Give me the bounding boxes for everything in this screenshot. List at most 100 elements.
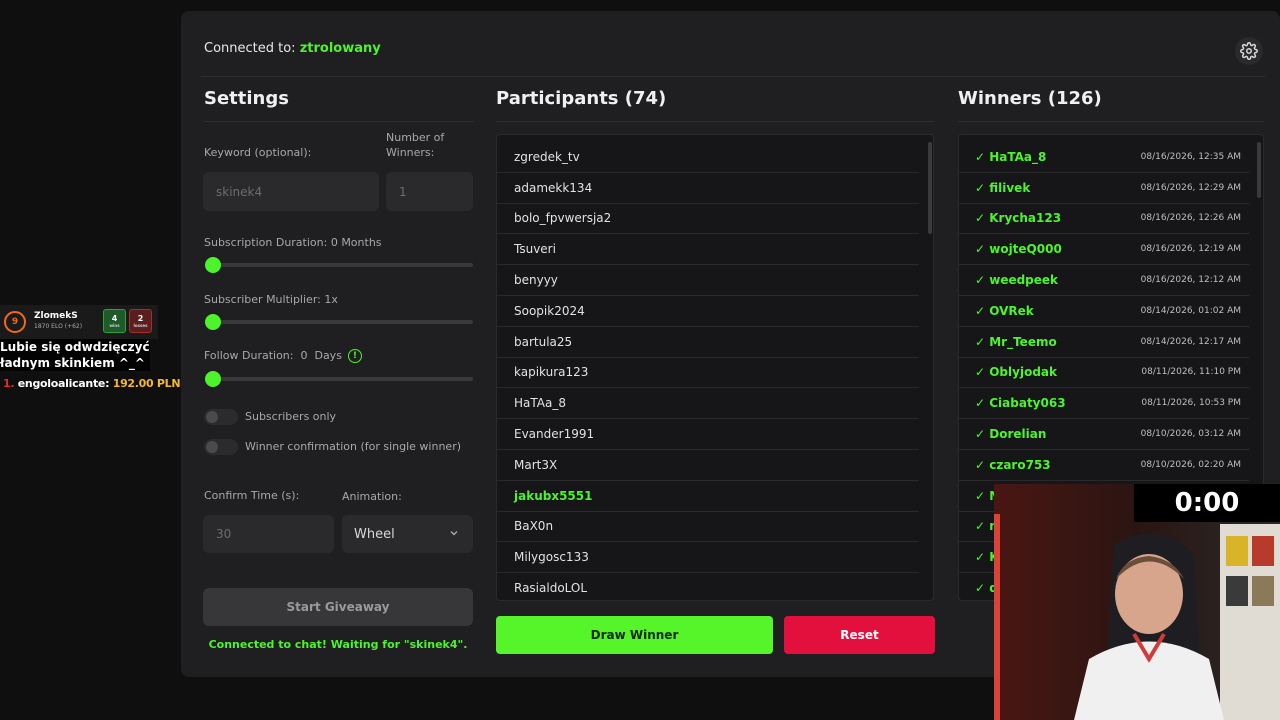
winner-row[interactable]: ✓ Krycha123 08/16/2026, 12:26 AM bbox=[959, 204, 1249, 235]
winner-date: 08/16/2026, 12:35 AM bbox=[1140, 151, 1241, 162]
slider-handle[interactable] bbox=[205, 257, 221, 273]
draw-winner-button[interactable]: Draw Winner bbox=[496, 616, 773, 654]
donation-name: engoloalicante: bbox=[17, 377, 110, 390]
start-giveaway-button[interactable]: Start Giveaway bbox=[203, 588, 473, 626]
participant-row[interactable]: kapikura123 bbox=[497, 358, 919, 389]
settings-title: Settings bbox=[204, 88, 289, 109]
settings-gear-button[interactable] bbox=[1235, 37, 1263, 65]
winner-row[interactable]: ✓ Dorelian 08/10/2026, 03:12 AM bbox=[959, 419, 1249, 450]
winner-name: ✓ OVRek bbox=[975, 303, 1034, 318]
slider-handle[interactable] bbox=[205, 371, 221, 387]
participant-row[interactable]: Milygosc133 bbox=[497, 542, 919, 574]
animation-label: Animation: bbox=[342, 490, 402, 503]
participants-title: Participants (74) bbox=[496, 88, 667, 109]
winner-date: 08/14/2026, 12:17 AM bbox=[1140, 336, 1241, 347]
losses-box: 2 losses bbox=[129, 309, 152, 333]
participant-row[interactable]: adamekk134 bbox=[497, 173, 919, 204]
winner-name: ✓ Dorelian bbox=[975, 427, 1047, 442]
confirm-time-input[interactable]: 30 bbox=[203, 515, 334, 553]
winner-row[interactable]: ✓ czaro753 08/10/2026, 02:20 AM bbox=[959, 450, 1249, 481]
participants-divider bbox=[496, 121, 934, 122]
keyword-label: Keyword (optional): bbox=[204, 146, 312, 159]
follow-duration-text: Follow Duration: 0 Days bbox=[204, 349, 342, 362]
winner-date: 08/11/2026, 10:53 PM bbox=[1141, 398, 1241, 409]
slider-handle[interactable] bbox=[205, 314, 221, 330]
player-name: ZlomekS bbox=[34, 311, 78, 321]
participant-row[interactable]: HaTAa_8 bbox=[497, 388, 919, 420]
winner-date: 08/16/2026, 12:12 AM bbox=[1140, 275, 1241, 286]
subscribers-only-toggle[interactable] bbox=[204, 409, 238, 425]
wins-label: wins bbox=[109, 323, 120, 328]
winner-name: ✓ Mr_Teemo bbox=[975, 334, 1057, 349]
participant-row[interactable]: benyyy bbox=[497, 265, 919, 296]
winner-row[interactable]: ✓ Mr_Teemo 08/14/2026, 12:17 AM bbox=[959, 327, 1249, 358]
chevron-down-icon bbox=[450, 531, 458, 536]
winner-row[interactable]: ✓ Ciabaty063 08/11/2026, 10:53 PM bbox=[959, 388, 1249, 420]
winner-name: ✓ Krycha123 bbox=[975, 211, 1062, 226]
participant-row[interactable]: RasialdoLOL bbox=[497, 573, 919, 600]
winners-count-input[interactable]: 1 bbox=[386, 172, 473, 211]
wins-count: 4 bbox=[111, 314, 118, 323]
participants-scrollbar[interactable] bbox=[928, 142, 932, 234]
sub-multiplier-slider[interactable] bbox=[205, 314, 473, 330]
donation-amount: 192.00 PLN bbox=[112, 377, 181, 390]
settings-divider bbox=[204, 121, 474, 122]
level-badge: 9 bbox=[4, 311, 26, 333]
winner-name: ✓ Oblyjodak bbox=[975, 365, 1057, 380]
winners-scrollbar[interactable] bbox=[1257, 142, 1261, 198]
animation-select[interactable]: Wheel bbox=[342, 515, 473, 553]
subscribers-only-label: Subscribers only bbox=[245, 410, 337, 423]
winner-name: ✓ weedpeek bbox=[975, 273, 1059, 288]
participant-row[interactable]: jakubx5551 bbox=[497, 481, 919, 512]
winners-divider bbox=[958, 121, 1264, 122]
winner-name: ✓ filivek bbox=[975, 180, 1031, 195]
winner-name: ✓ czaro753 bbox=[975, 457, 1051, 472]
winner-confirmation-toggle[interactable] bbox=[204, 439, 238, 455]
participant-row[interactable]: bolo_fpvwersja2 bbox=[497, 204, 919, 235]
winner-date: 08/16/2026, 12:26 AM bbox=[1140, 213, 1241, 224]
donation-rank: 1. bbox=[3, 377, 15, 390]
animation-value: Wheel bbox=[354, 526, 395, 542]
winner-row[interactable]: ✓ weedpeek 08/16/2026, 12:12 AM bbox=[959, 265, 1249, 296]
winner-row[interactable]: ✓ Oblyjodak 08/11/2026, 11:10 PM bbox=[959, 358, 1249, 389]
winner-date: 08/10/2026, 03:12 AM bbox=[1140, 429, 1241, 440]
winner-date: 08/16/2026, 12:19 AM bbox=[1140, 244, 1241, 255]
participant-row[interactable]: Evander1991 bbox=[497, 419, 919, 450]
winner-date: 08/14/2026, 01:02 AM bbox=[1140, 305, 1241, 316]
winner-row[interactable]: ✓ filivek 08/16/2026, 12:29 AM bbox=[959, 173, 1249, 204]
player-elo: 1870 ELO (+62) bbox=[34, 323, 83, 330]
wins-box: 4 wins bbox=[103, 309, 126, 333]
participant-row[interactable]: Mart3X bbox=[497, 450, 919, 481]
countdown-timer: 0:00 bbox=[1134, 484, 1280, 522]
losses-count: 2 bbox=[137, 314, 144, 323]
winner-name: ✓ Ciabaty063 bbox=[975, 396, 1066, 411]
winner-name: ✓ HaTAa_8 bbox=[975, 149, 1047, 164]
faceit-stats-widget: 9 ZlomekS 1870 ELO (+62) 4 wins 2 losses bbox=[0, 305, 158, 339]
participant-row[interactable]: Tsuveri bbox=[497, 234, 919, 266]
winner-date: 08/11/2026, 11:10 PM bbox=[1141, 367, 1241, 378]
winner-date: 08/10/2026, 02:20 AM bbox=[1140, 459, 1241, 470]
top-donation: 1. engoloalicante: 192.00 PLN bbox=[3, 377, 181, 390]
participant-row[interactable]: BaX0n bbox=[497, 512, 919, 543]
winner-date: 08/16/2026, 12:29 AM bbox=[1140, 182, 1241, 193]
losses-label: losses bbox=[133, 323, 148, 328]
follow-duration-slider[interactable] bbox=[205, 371, 473, 387]
participants-list: zgredek_tv adamekk134 bolo_fpvwersja2 Tsuve… bbox=[496, 134, 934, 601]
participant-row[interactable]: bartula25 bbox=[497, 327, 919, 358]
keyword-input[interactable]: skinek4 bbox=[203, 172, 379, 211]
chat-message-overlay: Lubie się odwdzięczyć ładnym skinkiem ^_… bbox=[0, 339, 150, 371]
confirm-time-label: Confirm Time (s): bbox=[204, 489, 300, 502]
follow-duration-label: Follow Duration: 0 Days! bbox=[204, 349, 362, 363]
winner-row[interactable]: ✓ HaTAa_8 08/16/2026, 12:35 AM bbox=[959, 142, 1249, 173]
connected-prefix: Connected to: bbox=[204, 41, 296, 56]
winner-row[interactable]: ✓ wojteQ000 08/16/2026, 12:19 AM bbox=[959, 234, 1249, 266]
sub-duration-slider[interactable] bbox=[205, 257, 473, 273]
info-icon[interactable]: ! bbox=[347, 349, 362, 363]
channel-name: ztrolowany bbox=[299, 41, 381, 56]
participant-row[interactable]: zgredek_tv bbox=[497, 142, 919, 173]
sub-multiplier-label: Subscriber Multiplier: 1x bbox=[204, 293, 338, 306]
winner-row[interactable]: ✓ OVRek 08/14/2026, 01:02 AM bbox=[959, 296, 1249, 327]
winner-confirmation-label: Winner confirmation (for single winner) bbox=[245, 440, 462, 453]
participant-row[interactable]: Soopik2024 bbox=[497, 296, 919, 327]
reset-button[interactable]: Reset bbox=[784, 616, 935, 654]
